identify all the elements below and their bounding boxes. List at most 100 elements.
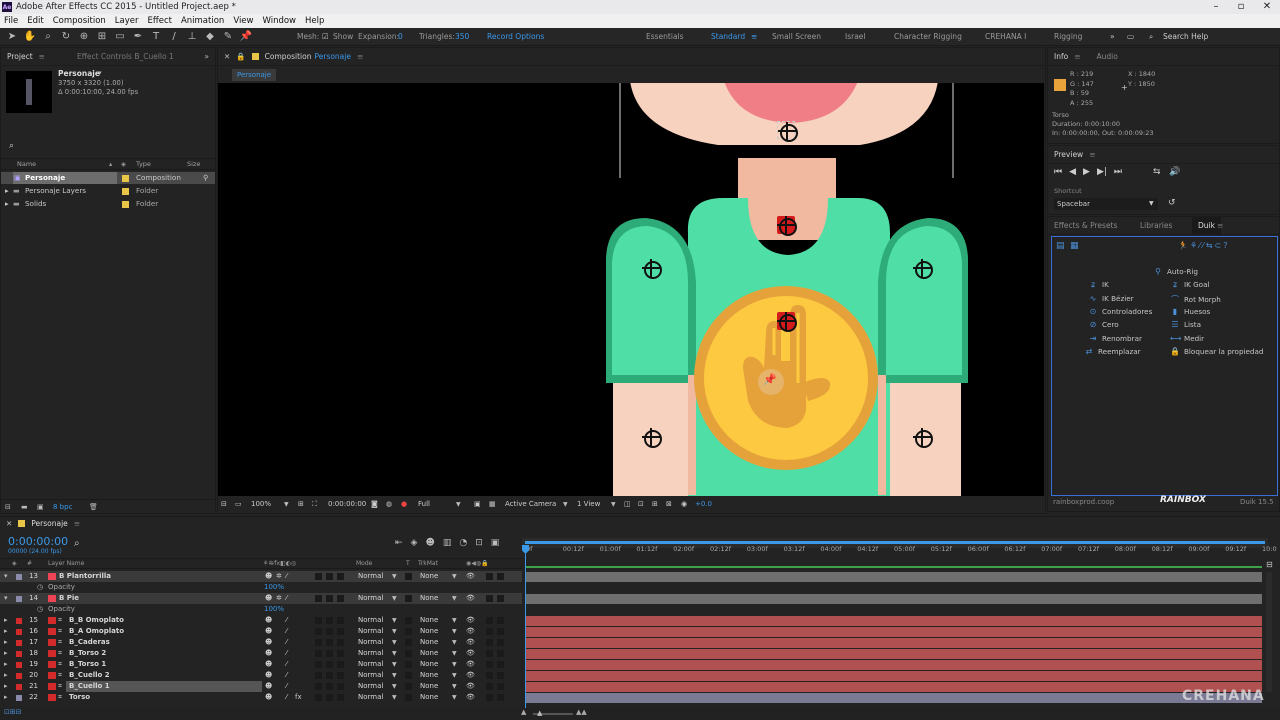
switch-box[interactable] [315,672,322,679]
column-mode[interactable]: Mode [356,559,372,569]
puppet-pin-right-hand[interactable] [913,428,933,448]
toggle-switches-icons[interactable]: ⊡⊞⊟ [4,708,22,716]
mode-dropdown-arrow[interactable]: ▼ [392,626,397,637]
preserve-transparency-checkbox[interactable] [405,650,412,657]
lock-switch[interactable] [497,672,504,679]
first-frame-icon[interactable]: ⏮ [1054,167,1062,177]
switch-box[interactable] [326,650,333,657]
fast-previews-icon[interactable]: ⊡ [638,497,644,512]
mode-dropdown-arrow[interactable]: ▼ [392,648,397,659]
layer-row[interactable]: ▸ 21 ⌗ B_Cuello 1 ☻ ⁄ Normal ▼ None ▼ 👁 [0,681,522,692]
trkmat-dropdown-arrow[interactable]: ▼ [452,626,457,637]
duik-huesos-button[interactable]: ▮ Huesos [1170,307,1210,316]
play-icon[interactable]: ▶ [1083,167,1090,177]
next-frame-icon[interactable]: ▶| [1097,167,1107,177]
blend-mode-dropdown[interactable]: Normal [358,593,383,604]
mode-dropdown-arrow[interactable]: ▼ [392,670,397,681]
blend-mode-dropdown[interactable]: Normal [358,626,383,637]
tab-effects-presets[interactable]: Effects & Presets [1054,221,1140,230]
timeline-settings-icon[interactable]: ▣ [491,538,500,548]
tab-libraries[interactable]: Libraries [1140,221,1192,230]
toggle-pixel-aspect-icon[interactable]: ◫ [624,497,631,512]
collapse-switch-icon[interactable]: ✲ [276,593,282,604]
tab-info[interactable]: Info [1054,52,1068,61]
trkmat-dropdown-arrow[interactable]: ▼ [452,659,457,670]
opacity-property-row[interactable]: ◷ Opacity 100% [0,604,522,615]
stopwatch-icon[interactable]: ◷ [37,604,43,615]
quality-switch-icon[interactable]: ⁄ [286,692,287,703]
switch-box[interactable] [326,661,333,668]
duik-reemplazar-button[interactable]: ⇄ Reemplazar [1084,347,1141,356]
puppet-pin-torso[interactable] [777,312,797,332]
preserve-transparency-checkbox[interactable] [405,573,412,580]
lock-switch[interactable] [497,650,504,657]
timeline-scrollbar[interactable] [1266,572,1272,692]
mode-dropdown-arrow[interactable]: ▼ [392,637,397,648]
opacity-value[interactable]: 100% [264,604,284,615]
switch-box[interactable] [326,617,333,624]
menu-layer[interactable]: Layer [115,16,139,26]
menu-composition[interactable]: Composition [53,16,106,26]
blend-mode-dropdown[interactable]: Normal [358,648,383,659]
visibility-icon[interactable]: 👁 [466,670,475,681]
switch-box[interactable] [337,694,344,701]
layer-duration-bar[interactable] [526,638,1262,648]
switch-box[interactable] [315,595,322,602]
switch-box[interactable] [326,694,333,701]
duik-site-link[interactable]: rainboxprod.coop [1053,498,1114,506]
menu-window[interactable]: Window [262,16,296,26]
search-icon[interactable]: ⌕ [1149,28,1153,46]
expand-icon[interactable]: ▸ [4,659,8,670]
duik-lista-button[interactable]: ☰ Lista [1170,320,1201,329]
blend-mode-dropdown[interactable]: Normal [358,615,383,626]
preserve-transparency-checkbox[interactable] [405,628,412,635]
switch-box[interactable] [315,617,322,624]
camera-dropdown-arrow[interactable]: ▼ [563,497,568,512]
tab-effect-controls[interactable]: Effect Controls B_Cuello 1 [77,52,174,61]
switch-box[interactable] [337,683,344,690]
duik-medir-button[interactable]: ⟷ Medir [1170,334,1204,343]
switch-box[interactable] [337,595,344,602]
eraser-tool-icon[interactable]: ◆ [204,31,216,43]
shy-switch-icon[interactable]: ☻ [265,681,272,692]
mask-visibility-icon[interactable]: ⛶ [312,497,317,512]
timeline-tab-name[interactable]: Personaje [31,519,68,528]
switch-box[interactable] [326,639,333,646]
collapse-switch-icon[interactable]: ✲ [276,571,282,582]
layer-duration-bar[interactable] [526,671,1262,681]
expand-icon[interactable]: ▾ [4,571,8,582]
layer-label-color[interactable] [16,595,22,602]
exposure-value[interactable]: +0.0 [695,497,712,512]
visibility-icon[interactable]: 👁 [466,615,475,626]
visibility-icon[interactable]: 👁 [466,692,475,703]
audio-icon[interactable]: 🔊 [1169,167,1180,177]
solo-switch[interactable] [486,595,493,602]
switch-box[interactable] [315,628,322,635]
transparency-grid-icon[interactable]: ▦ [489,497,496,512]
puppet-pin-right-shoulder[interactable] [913,259,933,279]
project-item-personaje-layers[interactable]: ▸ ▬ Personaje Layers Folder [1,185,215,197]
panel-menu-icon[interactable]: ≡ [1089,150,1095,159]
puppet-pin-neck[interactable] [777,216,797,236]
layer-duration-bar[interactable] [526,649,1262,659]
panel-menu-icon[interactable]: ≡ [1074,52,1080,61]
track-matte-dropdown[interactable]: None [420,681,438,692]
zoom-in-icon[interactable]: ▲▲ [576,708,587,716]
shy-switch-icon[interactable]: ☻ [265,670,272,681]
rotation-tool-icon[interactable]: ↻ [60,31,72,43]
switch-box[interactable] [315,650,322,657]
trash-icon[interactable]: 🗑 [89,500,98,514]
visibility-icon[interactable]: 👁 [466,648,475,659]
panel-menu-icon[interactable]: ≡ [74,519,80,528]
solo-switch[interactable] [486,661,493,668]
grid-icon[interactable]: ⊞ [298,497,304,512]
rectangle-tool-icon[interactable]: ▭ [114,31,126,43]
workspace-overflow-icon[interactable]: » [1110,28,1115,46]
channel-icon[interactable]: ● [401,497,407,512]
layer-label-color[interactable] [16,617,22,624]
sync-icon[interactable]: ▭ [1127,28,1134,46]
layer-label-color[interactable] [16,694,22,701]
frame-blending-icon[interactable]: ▥ [443,538,452,548]
visibility-icon[interactable]: 👁 [466,571,475,582]
duik-renombrar-button[interactable]: ⇥ Renombrar [1088,334,1142,343]
